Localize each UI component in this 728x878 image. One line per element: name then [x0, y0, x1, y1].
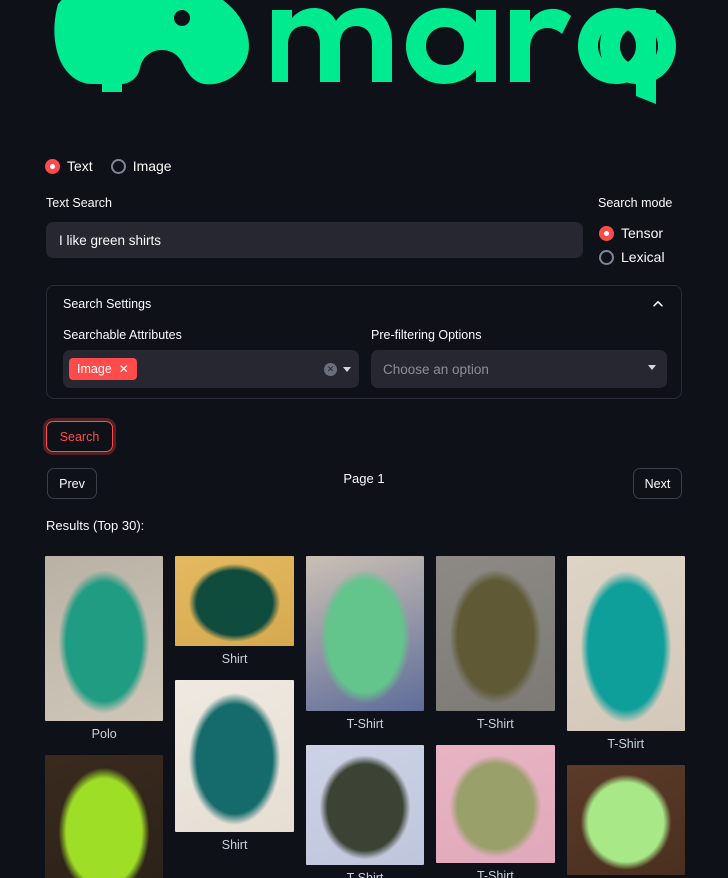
searchable-attributes-group: Searchable Attributes Image ✕ ✕ — [63, 328, 359, 388]
chevron-down-icon[interactable] — [343, 366, 351, 372]
chevron-down-icon[interactable] — [648, 365, 656, 370]
search-input[interactable] — [46, 222, 583, 258]
text-search-label: Text Search — [46, 196, 113, 210]
search-settings-panel: Search Settings Searchable Attributes Im… — [46, 285, 682, 399]
radio-unselected-icon — [110, 158, 126, 174]
marqo-logo — [0, 0, 728, 110]
search-mode-radio-group[interactable]: Tensor Lexical — [599, 225, 665, 265]
results-column: T-Shirt T-Shirt — [566, 556, 685, 878]
result-card[interactable]: T-Shirt — [305, 556, 425, 745]
radio-label-tensor: Tensor — [621, 225, 664, 241]
result-card[interactable]: Shirt — [175, 556, 294, 680]
searchable-attributes-label: Searchable Attributes — [63, 328, 182, 342]
pre-filtering-label: Pre-filtering Options — [371, 328, 482, 342]
result-card[interactable]: Polo — [45, 755, 164, 878]
result-caption: Shirt — [221, 652, 248, 666]
result-image[interactable] — [436, 745, 555, 863]
radio-label-lexical: Lexical — [621, 249, 665, 265]
attribute-tag-label: Image — [77, 362, 112, 376]
result-caption: Shirt — [221, 838, 248, 852]
result-caption: T-Shirt — [346, 717, 384, 731]
search-settings-body: Searchable Attributes Image ✕ ✕ Pre-filt… — [63, 328, 667, 388]
result-caption: T-Shirt — [476, 869, 514, 878]
radio-option-tensor[interactable]: Tensor — [599, 225, 665, 241]
result-caption: T-Shirt — [346, 871, 384, 878]
page-indicator: Page 1 — [343, 471, 385, 486]
search-mode-label: Search mode — [598, 196, 673, 210]
app-root: Text Image Text Search Search mode Tenso… — [0, 0, 728, 878]
result-caption: T-Shirt — [476, 717, 514, 731]
pre-filtering-group: Pre-filtering Options Choose an option — [371, 328, 667, 388]
next-page-button[interactable]: Next — [633, 468, 682, 499]
searchable-attributes-multiselect[interactable]: Image ✕ ✕ — [63, 350, 359, 388]
result-card[interactable]: T-Shirt — [436, 745, 555, 878]
pre-filtering-placeholder: Choose an option — [383, 361, 489, 377]
result-image[interactable] — [566, 556, 685, 731]
result-card[interactable]: T-Shirt — [436, 556, 555, 745]
search-settings-title: Search Settings — [63, 297, 152, 311]
radio-selected-icon — [599, 225, 614, 241]
radio-unselected-icon — [599, 249, 614, 265]
result-image[interactable] — [305, 745, 425, 865]
result-image[interactable] — [175, 556, 294, 646]
radio-option-lexical[interactable]: Lexical — [599, 249, 665, 265]
result-image[interactable] — [175, 680, 294, 832]
multiselect-icons: ✕ — [324, 350, 351, 388]
results-column: T-Shirt T-Shirt — [436, 556, 555, 878]
result-image[interactable] — [45, 556, 164, 721]
chevron-up-icon[interactable] — [651, 297, 665, 311]
search-settings-header[interactable]: Search Settings — [47, 286, 681, 322]
hippo-logo-icon — [54, 0, 676, 104]
attribute-tag-image[interactable]: Image ✕ — [69, 358, 137, 380]
result-card[interactable]: T-Shirt — [566, 556, 685, 765]
result-caption: Polo — [91, 727, 117, 741]
result-image[interactable] — [566, 765, 685, 875]
result-image[interactable] — [436, 556, 555, 711]
results-heading: Results (Top 30): — [46, 518, 145, 533]
result-card[interactable]: Polo — [45, 556, 164, 755]
result-image[interactable] — [45, 755, 164, 878]
radio-option-text[interactable]: Text — [45, 158, 93, 174]
result-card[interactable]: Shirt — [175, 680, 294, 866]
radio-label-text: Text — [67, 158, 93, 174]
pre-filtering-select[interactable]: Choose an option — [371, 350, 667, 388]
search-type-radio-group[interactable]: Text Image — [45, 158, 172, 174]
radio-label-image: Image — [132, 158, 172, 174]
results-grid: PoloPoloShirtShirtT-ShirtT-ShirtT-ShirtT… — [45, 556, 685, 878]
search-button[interactable]: Search — [43, 418, 116, 455]
results-column: Polo Polo — [45, 556, 164, 878]
results-column: Shirt Shirt — [175, 556, 294, 878]
result-caption: T-Shirt — [607, 737, 645, 751]
results-column: T-Shirt T-Shirt — [305, 556, 425, 878]
radio-selected-icon — [45, 158, 60, 174]
result-image[interactable] — [305, 556, 425, 711]
radio-option-image[interactable]: Image — [110, 158, 172, 174]
close-icon[interactable]: ✕ — [119, 363, 129, 375]
clear-all-icon[interactable]: ✕ — [324, 362, 337, 376]
result-card[interactable]: T-Shirt — [566, 765, 685, 878]
result-card[interactable]: T-Shirt — [305, 745, 425, 878]
